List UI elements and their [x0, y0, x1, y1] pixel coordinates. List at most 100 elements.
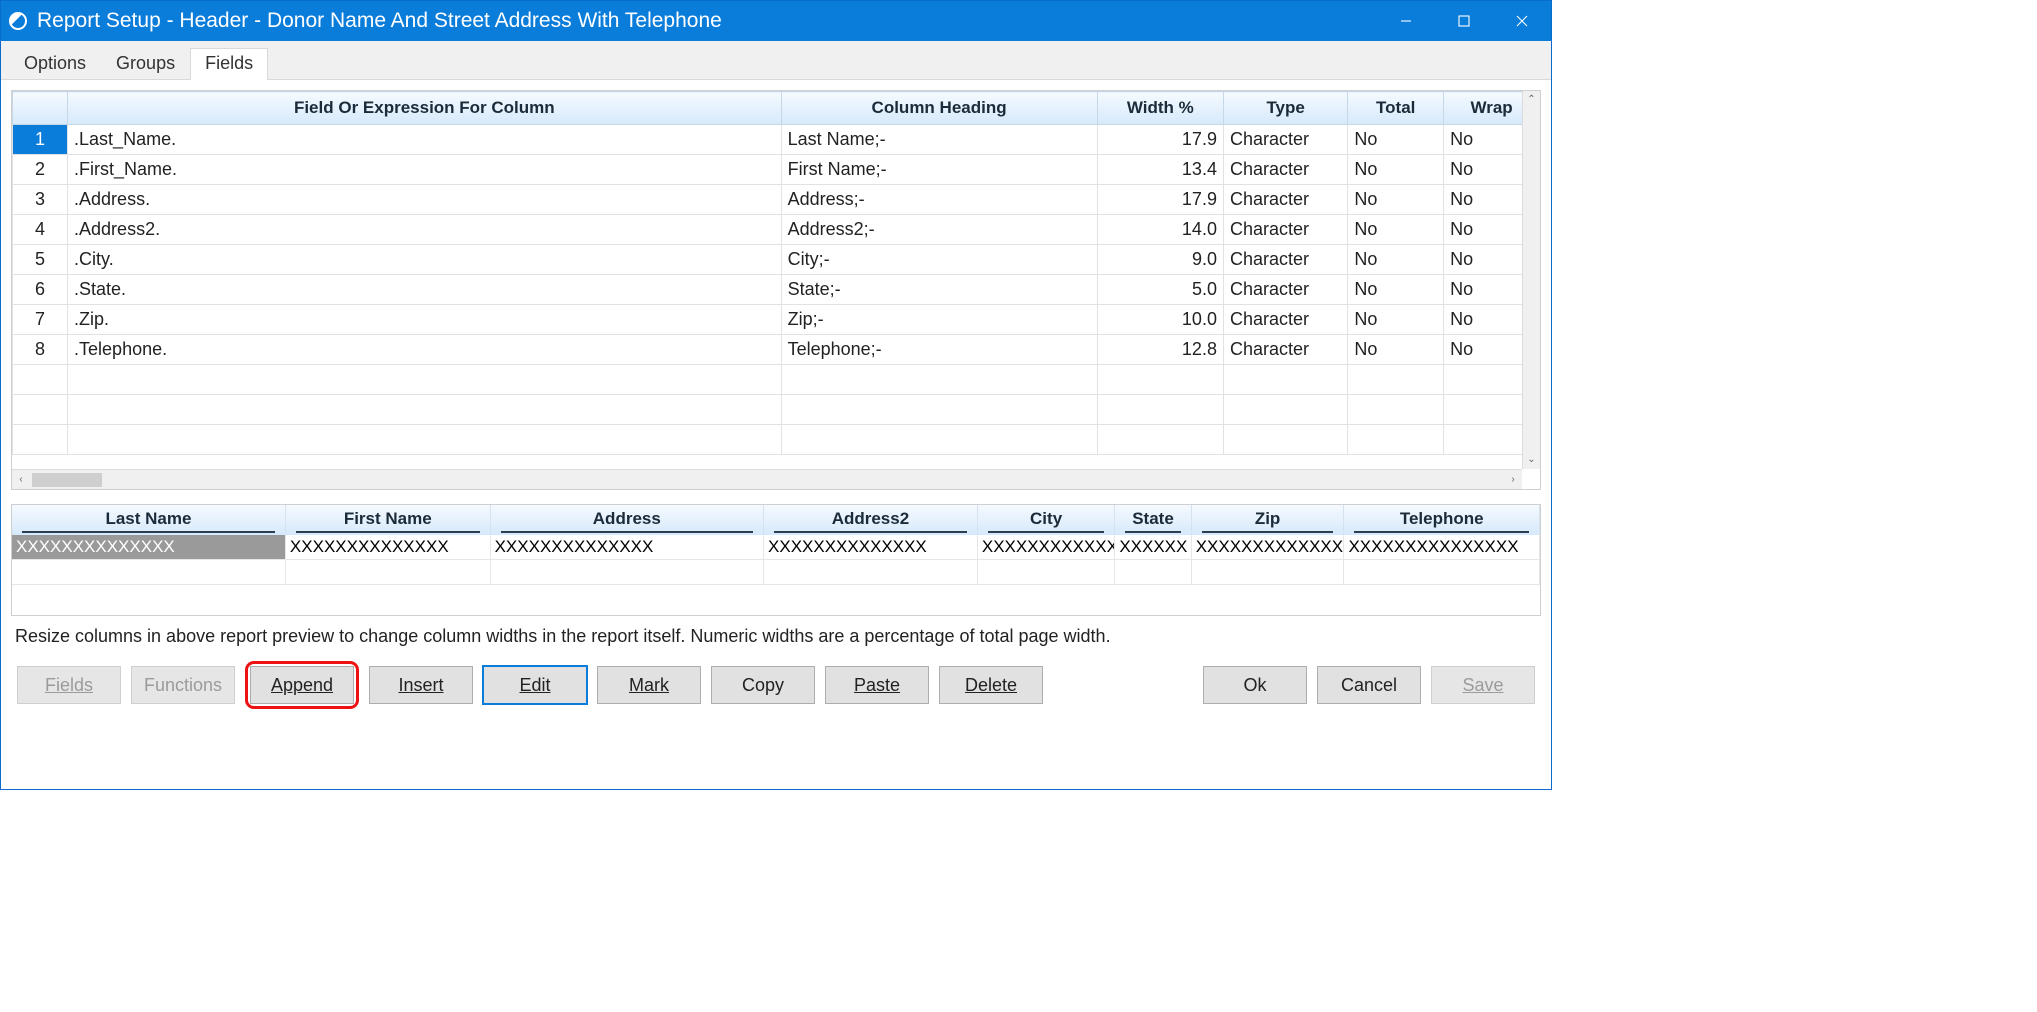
cell-heading[interactable]: Zip;- [781, 305, 1097, 335]
preview-cell[interactable]: XXXXXXXXXXXXXX [490, 535, 763, 560]
cell-type[interactable]: Character [1223, 245, 1347, 275]
table-row[interactable]: 3.Address.Address;-17.9CharacterNoNo [13, 185, 1540, 215]
row-number[interactable]: 1 [13, 125, 68, 155]
cancel-button[interactable]: Cancel [1317, 666, 1421, 704]
preview-col-header[interactable]: First Name [285, 505, 490, 535]
row-number[interactable]: 7 [13, 305, 68, 335]
preview-col-header[interactable]: City [977, 505, 1114, 535]
append-button[interactable]: Append [250, 666, 354, 704]
cell-total[interactable]: No [1348, 155, 1444, 185]
table-row[interactable]: 5.City.City;-9.0CharacterNoNo [13, 245, 1540, 275]
fields-table[interactable]: Field Or Expression For Column Column He… [12, 91, 1540, 455]
cell-heading[interactable]: First Name;- [781, 155, 1097, 185]
col-total[interactable]: Total [1348, 92, 1444, 125]
preview-col-header[interactable]: Last Name [12, 505, 285, 535]
cell-type[interactable]: Character [1223, 335, 1347, 365]
functions-button[interactable]: Functions [131, 666, 235, 704]
preview-cell[interactable]: XXXXXXXXXXXXXX [285, 535, 490, 560]
cell-type[interactable]: Character [1223, 275, 1347, 305]
mark-button[interactable]: Mark [597, 666, 701, 704]
cell-heading[interactable]: Telephone;- [781, 335, 1097, 365]
cell-type[interactable]: Character [1223, 305, 1347, 335]
delete-button[interactable]: Delete [939, 666, 1043, 704]
cell-expression[interactable]: .State. [68, 275, 782, 305]
table-row[interactable]: 7.Zip.Zip;-10.0CharacterNoNo [13, 305, 1540, 335]
table-row[interactable]: 1.Last_Name.Last Name;-17.9CharacterNoNo [13, 125, 1540, 155]
tab-groups[interactable]: Groups [101, 48, 190, 80]
close-button[interactable] [1493, 1, 1551, 41]
col-type[interactable]: Type [1223, 92, 1347, 125]
tab-options[interactable]: Options [9, 48, 101, 80]
maximize-button[interactable] [1435, 1, 1493, 41]
cell-total[interactable]: No [1348, 335, 1444, 365]
cell-total[interactable]: No [1348, 125, 1444, 155]
scroll-thumb[interactable] [32, 473, 102, 487]
row-number[interactable]: 4 [13, 215, 68, 245]
row-number[interactable]: 2 [13, 155, 68, 185]
row-number[interactable]: 6 [13, 275, 68, 305]
paste-button[interactable]: Paste [825, 666, 929, 704]
cell-type[interactable]: Character [1223, 155, 1347, 185]
cell-expression[interactable]: .Address. [68, 185, 782, 215]
cell-total[interactable]: No [1348, 305, 1444, 335]
cell-width[interactable]: 9.0 [1097, 245, 1223, 275]
preview-col-header[interactable]: Telephone [1344, 505, 1540, 535]
cell-heading[interactable]: Last Name;- [781, 125, 1097, 155]
cell-type[interactable]: Character [1223, 215, 1347, 245]
cell-expression[interactable]: .Telephone. [68, 335, 782, 365]
table-row[interactable]: 2.First_Name.First Name;-13.4CharacterNo… [13, 155, 1540, 185]
preview-table[interactable]: Last NameFirst NameAddressAddress2CitySt… [12, 505, 1540, 585]
preview-cell[interactable]: XXXXXX [1115, 535, 1191, 560]
col-width[interactable]: Width % [1097, 92, 1223, 125]
cell-total[interactable]: No [1348, 215, 1444, 245]
minimize-button[interactable] [1377, 1, 1435, 41]
cell-expression[interactable]: .Last_Name. [68, 125, 782, 155]
cell-heading[interactable]: City;- [781, 245, 1097, 275]
cell-width[interactable]: 5.0 [1097, 275, 1223, 305]
table-row[interactable]: 8.Telephone.Telephone;-12.8CharacterNoNo [13, 335, 1540, 365]
row-number[interactable]: 3 [13, 185, 68, 215]
preview-cell[interactable]: XXXXXXXXXXXXXX [12, 535, 285, 560]
cell-width[interactable]: 10.0 [1097, 305, 1223, 335]
grid-horizontal-scrollbar[interactable]: ‹ › [12, 469, 1522, 489]
preview-col-header[interactable]: Zip [1191, 505, 1344, 535]
preview-cell[interactable]: XXXXXXXXXXXXX [977, 535, 1114, 560]
fields-button[interactable]: Fields [17, 666, 121, 704]
tab-fields[interactable]: Fields [190, 48, 268, 80]
cell-total[interactable]: No [1348, 275, 1444, 305]
table-row[interactable]: 6.State.State;-5.0CharacterNoNo [13, 275, 1540, 305]
preview-data-row[interactable]: XXXXXXXXXXXXXXXXXXXXXXXXXXXXXXXXXXXXXXXX… [12, 535, 1540, 560]
row-number[interactable]: 8 [13, 335, 68, 365]
preview-cell[interactable]: XXXXXXXXXXXXXX [764, 535, 978, 560]
save-button[interactable]: Save [1431, 666, 1535, 704]
preview-cell[interactable]: XXXXXXXXXXXXXXX [1344, 535, 1540, 560]
cell-type[interactable]: Character [1223, 125, 1347, 155]
cell-width[interactable]: 13.4 [1097, 155, 1223, 185]
cell-heading[interactable]: Address2;- [781, 215, 1097, 245]
table-row[interactable]: 4.Address2.Address2;-14.0CharacterNoNo [13, 215, 1540, 245]
row-number[interactable]: 5 [13, 245, 68, 275]
cell-heading[interactable]: Address;- [781, 185, 1097, 215]
cell-total[interactable]: No [1348, 245, 1444, 275]
ok-button[interactable]: Ok [1203, 666, 1307, 704]
preview-col-header[interactable]: Address2 [764, 505, 978, 535]
cell-width[interactable]: 17.9 [1097, 125, 1223, 155]
preview-col-header[interactable]: State [1115, 505, 1191, 535]
col-rownum[interactable] [13, 92, 68, 125]
cell-width[interactable]: 14.0 [1097, 215, 1223, 245]
col-expression[interactable]: Field Or Expression For Column [68, 92, 782, 125]
preview-cell[interactable]: XXXXXXXXXXXXXXX [1191, 535, 1344, 560]
cell-type[interactable]: Character [1223, 185, 1347, 215]
cell-expression[interactable]: .City. [68, 245, 782, 275]
copy-button[interactable]: Copy [711, 666, 815, 704]
cell-heading[interactable]: State;- [781, 275, 1097, 305]
preview-header-row[interactable]: Last NameFirst NameAddressAddress2CitySt… [12, 505, 1540, 535]
grid-vertical-scrollbar[interactable]: ⌃ ⌄ [1522, 91, 1540, 469]
cell-total[interactable]: No [1348, 185, 1444, 215]
col-heading[interactable]: Column Heading [781, 92, 1097, 125]
preview-col-header[interactable]: Address [490, 505, 763, 535]
cell-expression[interactable]: .Zip. [68, 305, 782, 335]
insert-button[interactable]: Insert [369, 666, 473, 704]
cell-expression[interactable]: .First_Name. [68, 155, 782, 185]
cell-width[interactable]: 17.9 [1097, 185, 1223, 215]
